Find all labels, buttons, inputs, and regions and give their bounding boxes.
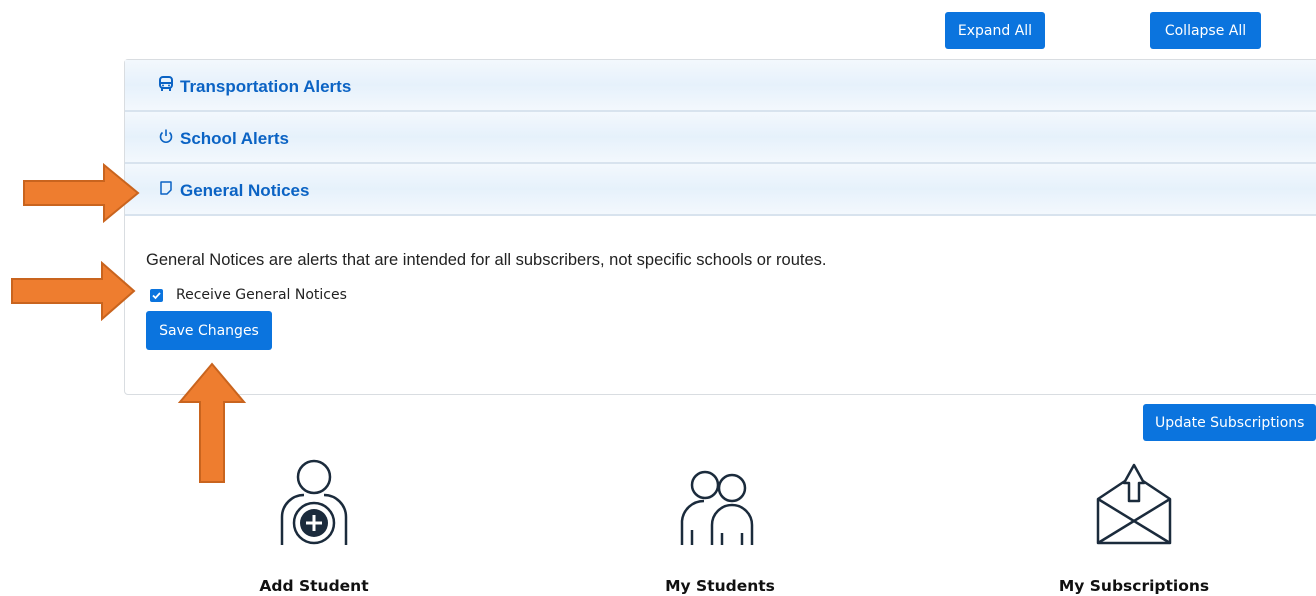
annotation-arrow-up-icon <box>177 362 247 483</box>
annotation-arrow-right-icon <box>11 261 136 321</box>
general-notices-description: General Notices are alerts that are inte… <box>146 251 827 269</box>
power-icon <box>158 128 174 146</box>
accordion-title: School Alerts <box>180 129 289 148</box>
receive-general-notices-checkbox[interactable] <box>150 289 163 302</box>
accordion-header-school-alerts[interactable]: School Alerts <box>125 112 1316 164</box>
accordion-title: Transportation Alerts <box>180 77 352 96</box>
envelope-upload-icon <box>1096 463 1172 545</box>
accordion-header-transportation-alerts[interactable]: Transportation Alerts <box>125 60 1316 112</box>
annotation-arrow-right-icon <box>23 163 140 223</box>
save-changes-button[interactable]: Save Changes <box>146 311 272 350</box>
alerts-accordion: Transportation Alerts School Alerts Gene… <box>124 59 1316 395</box>
expand-all-button[interactable]: Expand All <box>945 12 1045 49</box>
tile-label: Add Student <box>259 577 369 595</box>
tile-label: My Subscriptions <box>1058 577 1210 595</box>
accordion-title: General Notices <box>180 181 310 200</box>
sticky-note-icon <box>158 180 174 198</box>
checkbox-label: Receive General Notices <box>176 287 347 303</box>
add-person-icon <box>280 459 348 545</box>
accordion-header-general-notices[interactable]: General Notices <box>125 164 1316 216</box>
bus-icon <box>158 76 174 94</box>
two-people-icon <box>680 470 754 545</box>
tile-label: My Students <box>665 577 775 595</box>
update-subscriptions-button[interactable]: Update Subscriptions <box>1143 404 1316 441</box>
collapse-all-button[interactable]: Collapse All <box>1150 12 1261 49</box>
